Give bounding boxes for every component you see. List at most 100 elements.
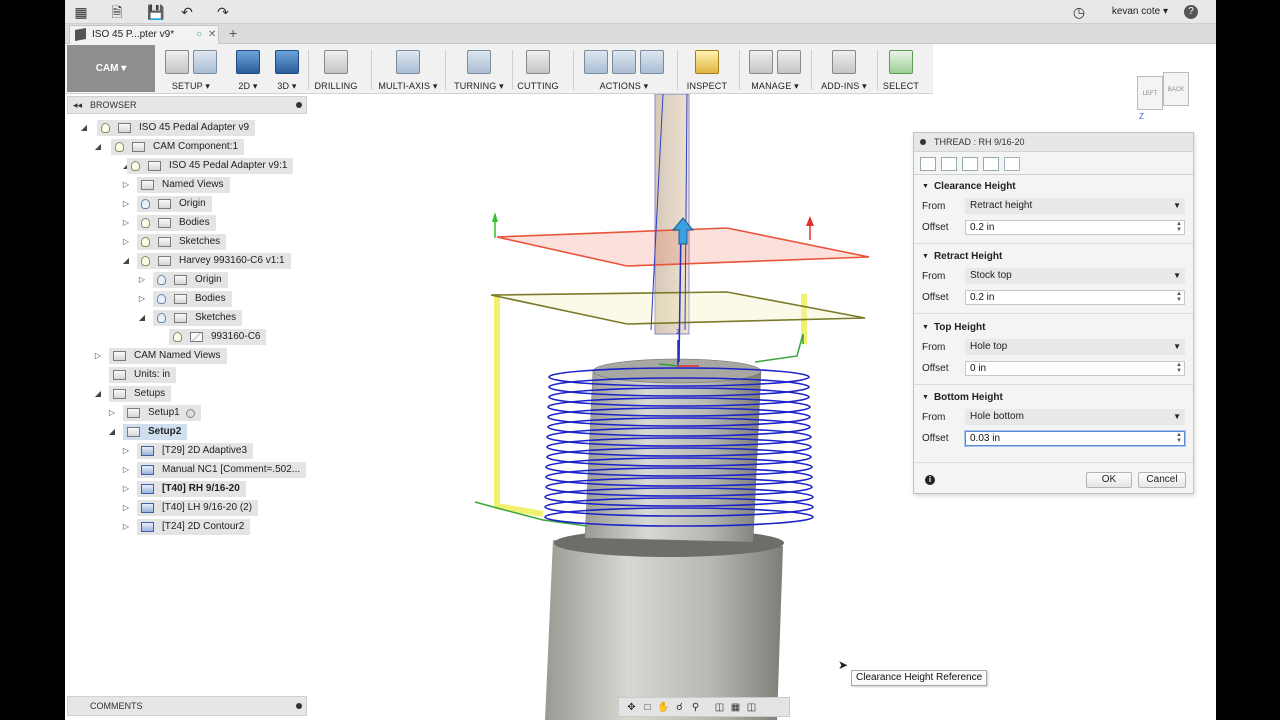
expand-arrow-icon[interactable]: ▷ [121,500,131,516]
tree-node[interactable]: Sketches [153,310,243,326]
grid-settings-icon[interactable]: ▦ [729,701,742,714]
dialog-title-bar[interactable]: THREAD : RH 9/16-20 [914,133,1193,152]
collapse-arrow-icon[interactable]: ◢ [93,386,103,402]
collapse-arrow-icon[interactable]: ◢ [93,139,103,155]
cancel-button[interactable]: Cancel [1138,472,1186,488]
close-tab-icon[interactable]: ✕ [208,26,216,44]
orbit-icon[interactable]: ✥ [625,701,638,714]
inspect-group[interactable]: INSPECT [683,44,731,94]
display-settings-icon[interactable]: ◫ [713,701,726,714]
workspace-switcher[interactable]: CAM ▾ [67,45,155,92]
multi-axis-group[interactable]: MULTI-AXIS ▾ [375,44,441,94]
expand-arrow-icon[interactable]: ▷ [137,291,147,307]
collapse-arrow-icon[interactable]: ◢ [79,120,89,136]
grid-icon[interactable]: ▦ [73,4,89,20]
collapse-browser-icon[interactable]: ◂◂ [73,97,82,113]
expand-arrow-icon[interactable]: ▷ [121,177,131,193]
add-ins-group[interactable]: ADD-INS ▾ [817,44,871,94]
cutting-group[interactable]: CUTTING [515,44,561,94]
tree-node[interactable]: Setup1 [123,405,201,421]
tree-node[interactable]: Bodies [153,291,232,307]
tree-node[interactable]: Bodies [137,215,216,231]
select-group[interactable]: SELECT [881,44,921,94]
visibility-icon[interactable] [115,142,124,152]
document-tab[interactable]: ISO 45 P...pter v9* ○ ✕ [69,25,219,44]
look-at-icon[interactable]: □ [641,701,654,714]
pin-icon[interactable] [920,139,926,145]
visibility-icon[interactable] [141,256,150,266]
comments-panel[interactable]: COMMENTS [67,696,307,716]
tree-node[interactable]: [T40] LH 9/16-20 (2) [137,500,259,516]
redo-icon[interactable]: ↷ [215,4,231,20]
save-icon[interactable]: 💾 [147,4,164,20]
turning-group[interactable]: TURNING ▾ [449,44,509,94]
top-from-dropdown[interactable]: Hole top ▼ [965,339,1185,355]
tree-node[interactable]: Origin [137,196,212,212]
visibility-icon[interactable] [141,218,150,228]
setup-group[interactable]: SETUP ▾ [161,44,221,94]
tab-heights-icon[interactable] [962,157,978,171]
section-heading[interactable]: Clearance Height [922,181,1016,192]
tree-node[interactable]: Manual NC1 [Comment=.502... [137,462,307,478]
tree-node-active[interactable]: [T40] RH 9/16-20 [137,481,246,497]
view-cube[interactable]: LEFT BACK Z [1137,70,1193,124]
tab-tool-icon[interactable] [920,157,936,171]
tree-node[interactable]: Units: in [109,367,177,383]
drilling-group[interactable]: DRILLING [311,44,361,94]
tree-node[interactable]: ISO 45 Pedal Adapter v9 [97,120,256,136]
undo-icon[interactable]: ↶ [179,4,195,20]
spinner-icon[interactable]: ▲ ▼ [1176,291,1182,303]
tree-node[interactable]: ISO 45 Pedal Adapter v9:1 [127,158,294,174]
expand-arrow-icon[interactable]: ▷ [107,405,117,421]
visibility-icon[interactable] [157,313,166,323]
tree-node[interactable]: Origin [153,272,228,288]
visibility-icon[interactable] [141,199,150,209]
clearance-from-dropdown[interactable]: Retract height ▼ [965,198,1185,214]
pin-icon[interactable] [296,102,302,108]
expand-arrow-icon[interactable]: ▷ [121,481,131,497]
collapse-arrow-icon[interactable]: ◢ [121,253,131,269]
3d-group[interactable]: 3D ▾ [272,44,302,94]
retract-offset-input[interactable]: 0.2 in ▲ ▼ [965,290,1185,305]
browser-header[interactable]: ◂◂ BROWSER [67,96,307,114]
tree-node-selected[interactable]: Setup2 [123,424,188,440]
viewcube-back-face[interactable]: BACK [1163,72,1189,106]
pan-icon[interactable]: ✋ [657,701,670,714]
visibility-icon[interactable] [101,123,110,133]
expand-arrow-icon[interactable]: ▷ [121,215,131,231]
tab-linking-icon[interactable] [1004,157,1020,171]
expand-arrow-icon[interactable]: ▷ [121,196,131,212]
2d-group[interactable]: 2D ▾ [233,44,263,94]
visibility-icon[interactable] [131,161,140,171]
section-heading[interactable]: Retract Height [922,251,1002,262]
ok-button[interactable]: OK [1086,472,1132,488]
spinner-icon[interactable]: ▲ ▼ [1176,221,1182,233]
info-icon[interactable]: i [925,475,935,485]
tab-geometry-icon[interactable] [941,157,957,171]
new-tab-button[interactable]: + [229,25,237,41]
top-offset-input[interactable]: 0 in ▲ ▼ [965,361,1185,376]
retract-from-dropdown[interactable]: Stock top ▼ [965,268,1185,284]
visibility-icon[interactable] [141,237,150,247]
manage-group[interactable]: MANAGE ▾ [745,44,805,94]
tree-node[interactable]: CAM Component:1 [111,139,245,155]
retract-height-plane[interactable] [490,291,866,325]
expand-arrow-icon[interactable]: ▷ [121,519,131,535]
spinner-icon[interactable]: ▲ ▼ [1176,432,1182,444]
clock-icon[interactable]: ◷ [1071,4,1087,20]
expand-arrow-icon[interactable]: ▷ [121,234,131,250]
spinner-icon[interactable]: ▲ ▼ [1176,362,1182,374]
expand-arrow-icon[interactable]: ▷ [137,272,147,288]
collapse-arrow-icon[interactable]: ◢ [107,424,117,440]
tab-passes-icon[interactable] [983,157,999,171]
file-icon[interactable]: 🗎 [109,4,125,20]
tree-node[interactable]: Setups [109,386,172,402]
tree-node[interactable]: CAM Named Views [109,348,227,364]
zoom-window-icon[interactable]: ⚲ [689,701,702,714]
bottom-offset-input[interactable]: 0.03 in ▲ ▼ [965,431,1185,446]
pin-icon[interactable] [296,703,302,709]
tree-node[interactable]: Harvey 993160-C6 v1:1 [137,253,291,269]
collapse-arrow-icon[interactable]: ◢ [137,310,147,326]
expand-arrow-icon[interactable]: ▷ [121,462,131,478]
user-menu[interactable]: kevan cote ▾ [1112,6,1168,17]
